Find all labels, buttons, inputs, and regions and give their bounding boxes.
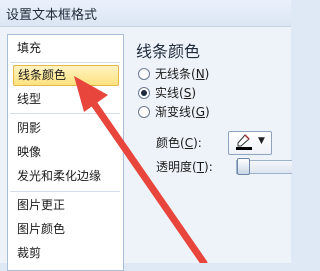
category-divider: [10, 62, 120, 63]
title-bar: 设置文本框格式: [0, 0, 291, 27]
transparency-slider-handle[interactable]: [237, 158, 250, 175]
option-solid-line-label: 实线(S): [155, 86, 196, 100]
radio-solid-line[interactable]: [138, 87, 150, 99]
radio-no-line[interactable]: [138, 68, 150, 80]
category-item-line-style[interactable]: 线型: [13, 89, 119, 110]
category-item-picture-corrections[interactable]: 图片更正: [13, 195, 119, 216]
category-item-crop[interactable]: 裁剪: [13, 243, 119, 264]
category-divider: [10, 191, 120, 192]
option-no-line-label: 无线条(N): [155, 67, 210, 81]
transparency-label: 透明度(T):: [156, 160, 213, 174]
category-item-fill[interactable]: 填充: [13, 38, 119, 59]
category-list: 填充 线条颜色 线型 阴影 映像 发光和柔化边缘 图片更正 图片颜色 裁剪: [7, 34, 124, 271]
pen-color-icon: [236, 134, 252, 150]
window-title: 设置文本框格式: [6, 8, 98, 23]
category-item-picture-color[interactable]: 图片颜色: [13, 219, 119, 240]
section-heading: 线条颜色: [136, 42, 201, 61]
category-divider: [10, 113, 120, 114]
radio-gradient-line[interactable]: [138, 106, 150, 118]
category-item-shadow[interactable]: 阴影: [13, 118, 119, 139]
option-gradient-line-label: 渐变线(G): [155, 105, 210, 119]
color-label: 颜色(C):: [156, 136, 202, 150]
chevron-down-icon: ▼: [258, 136, 265, 146]
category-item-glow-soft-edges[interactable]: 发光和柔化边缘: [13, 166, 119, 187]
category-item-line-color[interactable]: 线条颜色: [13, 65, 119, 86]
category-item-reflection[interactable]: 映像: [13, 142, 119, 163]
color-picker-button[interactable]: ▼: [228, 131, 272, 155]
